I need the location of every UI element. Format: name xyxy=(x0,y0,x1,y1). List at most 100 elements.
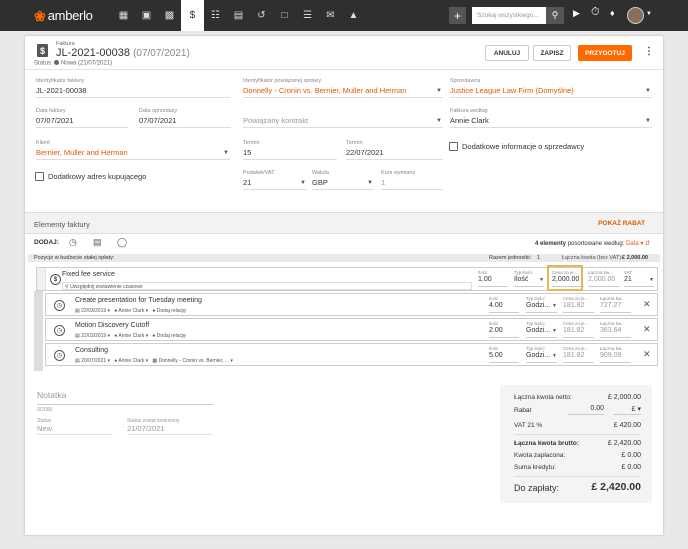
bell-icon[interactable]: ♦ xyxy=(610,8,615,18)
sort-order-icon[interactable]: ⇵ xyxy=(645,241,650,247)
time-entry-row[interactable]: ◷ Motion Discovery Cutoff ▤ 22/03/2019 ▾… xyxy=(45,318,658,341)
chevron-down-icon: ▼ xyxy=(645,118,651,124)
clock-icon: ◷ xyxy=(54,350,65,361)
matters-icon[interactable]: ▣ xyxy=(135,0,158,31)
search-icon: ⚲ xyxy=(65,284,69,290)
search-icon[interactable]: ⚲ xyxy=(546,7,564,24)
briefcase-icon: ▩ xyxy=(152,358,158,364)
calendar-icon: ▤ xyxy=(75,308,80,314)
image-icon[interactable]: ▲ xyxy=(342,0,365,31)
status-value: Nowa (21/07/2021) xyxy=(61,60,113,67)
chevron-down-icon[interactable]: ▾ xyxy=(639,241,643,247)
briefcase-icon[interactable]: ▩ xyxy=(158,0,181,31)
add-time-icon[interactable]: ◷ xyxy=(69,237,77,248)
search-input[interactable]: Szukaj wszystkiego... xyxy=(472,7,546,24)
main-nav: ▦ ▣ ▩ $ ☷ ▤ ↺ □ ☰ ✉ ▲ xyxy=(112,0,365,31)
divider xyxy=(127,434,213,435)
chevron-down-icon: ▼ xyxy=(367,180,373,186)
vat-select[interactable]: VAT 21 ▼ xyxy=(624,270,654,287)
chevron-down-icon: ▼ xyxy=(552,303,557,309)
add-button[interactable]: + xyxy=(449,7,466,24)
chevron-down-icon: ▼ xyxy=(552,328,557,334)
more-icon[interactable]: ⋮ xyxy=(644,46,654,57)
fixed-fee-strip: Pozycje w budżecie stałej opłaty: Razem … xyxy=(28,254,660,262)
add-expense-icon[interactable]: ▤ xyxy=(93,237,102,248)
dashboard-icon[interactable]: ▦ xyxy=(112,0,135,31)
chevron-down-icon: ▼ xyxy=(649,277,654,283)
add-fee-icon[interactable]: ◯ xyxy=(117,237,127,248)
relation-icon: ● xyxy=(152,333,156,339)
folder-icon[interactable]: □ xyxy=(273,0,296,31)
seller-select[interactable]: Sprzedawca Justice League Law Firm (Domy… xyxy=(450,78,652,98)
play-icon[interactable]: ▶ xyxy=(573,8,580,19)
sort-field-select[interactable]: Data xyxy=(626,241,639,247)
notes-underline xyxy=(37,404,213,405)
save-button[interactable]: ZAPISZ xyxy=(533,45,571,61)
status-value: New xyxy=(37,424,53,433)
logo[interactable]: ❀ amberlo xyxy=(34,8,104,23)
tax-select[interactable]: Podatek/VAT 21 ▼ xyxy=(243,170,307,190)
elements-title: Elementy faktury xyxy=(34,220,90,229)
divider xyxy=(37,434,113,435)
total-field: Łączna kw... 2,000.00 xyxy=(588,270,620,287)
prepare-button[interactable]: PRZYGOTUJ xyxy=(578,45,632,61)
fixed-fee-icon: $ xyxy=(50,274,61,285)
chevron-down-icon[interactable]: ▼ xyxy=(646,11,652,17)
show-discount-link[interactable]: POKAŻ RABAT xyxy=(598,220,645,227)
chevron-down-icon: ▼ xyxy=(539,277,544,283)
time-entry-row[interactable]: ◷ Create presentation for Tuesday meetin… xyxy=(45,293,658,316)
seller-info-checkbox[interactable] xyxy=(449,142,458,151)
chevron-down-icon: ▼ xyxy=(552,353,557,359)
chevron-down-icon: ▾ xyxy=(637,406,641,413)
cancel-button[interactable]: ANULUJ xyxy=(485,45,529,61)
mail-icon[interactable]: ✉ xyxy=(319,0,342,31)
currency-select[interactable]: Waluta GBP ▼ xyxy=(312,170,374,190)
invoice-id-field[interactable]: Identyfikator faktury JL-2021-00038 xyxy=(36,78,230,98)
calendar-icon[interactable]: ▤ xyxy=(227,0,250,31)
bank-icon[interactable]: ☷ xyxy=(204,0,227,31)
close-icon[interactable]: ✕ xyxy=(643,299,651,310)
notes-input[interactable]: Notatka xyxy=(37,390,66,400)
buyer-address-checkbox[interactable] xyxy=(35,172,44,181)
qty-type-select[interactable]: Typ ilości Ilość ▼ xyxy=(514,270,544,287)
term-days-field[interactable]: Termin 15 xyxy=(243,140,337,160)
status-line: Status: Nowa (21/07/2021) xyxy=(34,60,112,67)
chevron-down-icon: ▼ xyxy=(436,88,442,94)
exchange-rate-field[interactable]: Kurs wymiany 1 xyxy=(381,170,443,190)
divider xyxy=(25,69,663,70)
matter-select[interactable]: Identyfikator powiązanej sprawy Donnelly… xyxy=(243,78,443,98)
page-title: JL-2021-00038 (07/07/2021) xyxy=(56,47,190,59)
qty-field[interactable]: Ilość 1.00 xyxy=(478,270,508,287)
time-entry-row[interactable]: ◷ Consulting ▤ 20/07/2021 ▾ ● Annie Clar… xyxy=(45,343,658,366)
timer-icon[interactable]: ⏱ xyxy=(591,6,600,19)
drag-handle[interactable] xyxy=(37,268,46,290)
brand-name: amberlo xyxy=(47,8,93,23)
group-indent-bar xyxy=(34,291,43,371)
clock-icon: ◷ xyxy=(54,325,65,336)
add-label: DODAJ: xyxy=(34,239,59,246)
buyer-address-label: Dodatkowy adres kupującego xyxy=(48,172,147,181)
sale-date-field[interactable]: Data sprzedaży 07/07/2021 xyxy=(139,108,231,128)
history-icon[interactable]: ↺ xyxy=(250,0,273,31)
notes-counter: 0/2000 xyxy=(37,407,53,413)
close-icon[interactable]: ✕ xyxy=(643,349,651,360)
fixed-fee-title[interactable]: Fixed fee service xyxy=(62,271,115,278)
discount-unit-select[interactable]: £ ▾ xyxy=(613,405,641,415)
chevron-down-icon: ▼ xyxy=(436,118,442,124)
related-contract-select[interactable]: Powiązany kontrakt ▼ xyxy=(243,108,443,128)
calendar-icon: ▤ xyxy=(75,358,80,364)
client-select[interactable]: Klient Bernier, Muller and Herman ▼ xyxy=(36,140,230,160)
totals-panel: Łączna kwota netto: £ 2,000.00 Rabat 0.0… xyxy=(500,385,652,503)
close-icon[interactable]: ✕ xyxy=(643,324,651,335)
chevron-down-icon: ▼ xyxy=(223,150,229,156)
invoice-date-field[interactable]: Data faktury 07/07/2021 xyxy=(36,108,128,128)
invoice-icon[interactable]: $ xyxy=(181,0,204,31)
discount-input[interactable]: 0.00 xyxy=(568,405,604,415)
document-icon[interactable]: ☰ xyxy=(296,0,319,31)
chevron-down-icon: ▼ xyxy=(645,88,651,94)
avatar[interactable] xyxy=(627,7,644,24)
prepared-by-select[interactable]: Faktura według Annie Clark ▼ xyxy=(450,108,652,128)
sort-info: 4 elementy posortowane według: Data ▾ ⇵ xyxy=(535,241,651,247)
fixed-fee-subline: ⚲ Uwzględnij zestawienie czasowe xyxy=(62,282,472,290)
due-date-field[interactable]: Termin 22/07/2021 xyxy=(346,140,443,160)
